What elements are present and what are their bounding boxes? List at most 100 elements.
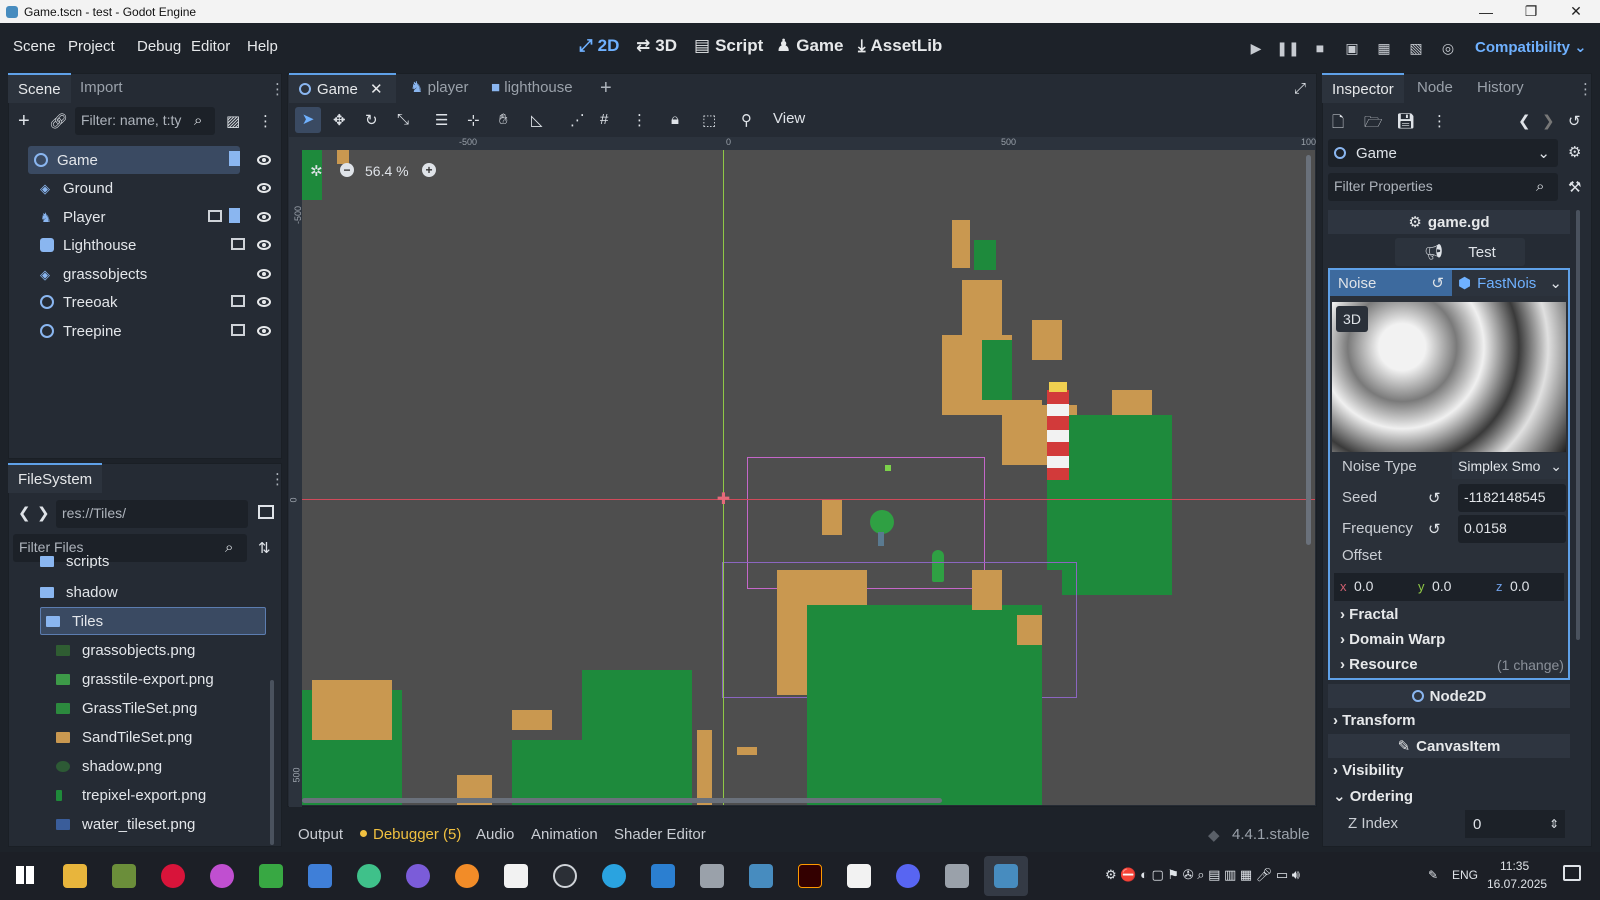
tab-inspector[interactable]: Inspector — [1322, 73, 1404, 103]
visibility-group[interactable]: › Visibility — [1333, 762, 1404, 779]
movie-maker-icon[interactable]: ◎ — [1437, 37, 1459, 59]
fs-file-grassobjects[interactable]: grassobjects.png — [56, 636, 306, 664]
snap-options-icon[interactable]: ⋮ — [632, 111, 647, 129]
visibility-eye-icon[interactable] — [257, 326, 271, 336]
revert-icon[interactable]: ↺ — [1431, 274, 1444, 292]
lock-icon[interactable]: 🔒︎ — [671, 111, 679, 128]
offset-x-input[interactable]: 0.0 — [1354, 578, 1373, 594]
workspace-game-button[interactable]: ♟ Game — [776, 36, 844, 56]
pen-icon[interactable]: ✎ — [1428, 868, 1438, 882]
move-mode-icon[interactable]: ✥ — [333, 111, 346, 129]
windows-start-icon[interactable] — [16, 866, 34, 884]
grid-snap-icon[interactable]: # — [600, 111, 608, 128]
fs-folder-tiles[interactable]: Tiles — [40, 607, 266, 635]
revert-icon[interactable]: ↺ — [1428, 489, 1441, 507]
test-button[interactable]: 📢︎ Test — [1395, 238, 1525, 266]
back-icon[interactable]: ❮ — [18, 504, 31, 522]
frequency-input[interactable]: 0.0158 — [1458, 515, 1566, 543]
link-icon[interactable]: 🔗︎ — [49, 112, 68, 130]
tab-node[interactable]: Node — [1407, 73, 1463, 103]
tab-filesystem[interactable]: FileSystem — [8, 463, 103, 493]
pan-hand-icon[interactable]: ✋︎ — [499, 111, 508, 128]
tab-game[interactable]: Game ✕ — [289, 73, 396, 103]
2d-viewport[interactable]: ✚ ✲ − 56.4 % + — [302, 150, 1315, 805]
unity-icon[interactable] — [700, 864, 724, 888]
fs-file-grasstile-export[interactable]: grasstile-export.png — [56, 665, 306, 693]
notifications-icon[interactable] — [1563, 865, 1581, 881]
zoom-level[interactable]: 56.4 % — [365, 163, 409, 179]
pause-icon[interactable]: ❚❚ — [1276, 37, 1299, 59]
ruler-icon[interactable]: ◺ — [531, 111, 543, 129]
inspector-options-icon[interactable]: ⚒ — [1568, 178, 1581, 196]
visibility-eye-icon[interactable] — [257, 269, 271, 279]
domain-warp-group[interactable]: › Domain Warp — [1340, 631, 1445, 648]
split-view-icon[interactable] — [258, 505, 274, 519]
noise-type-select[interactable]: Simplex Smo ⌄ — [1452, 453, 1566, 479]
smart-snap-icon[interactable]: ⋰ — [570, 111, 585, 129]
script-attached-icon[interactable] — [229, 151, 240, 166]
distraction-free-icon[interactable]: ⤢ — [1294, 80, 1306, 97]
open-scene-icon[interactable] — [231, 295, 245, 307]
scene-more-icon[interactable]: ⋮ — [258, 112, 273, 130]
clock-time[interactable]: 11:35 — [1500, 859, 1529, 873]
file-explorer-icon[interactable] — [63, 864, 87, 888]
open-scene-icon[interactable] — [231, 324, 245, 336]
view-menu[interactable]: View — [773, 110, 805, 127]
list-select-icon[interactable]: ☰ — [435, 111, 448, 129]
godot-icon[interactable] — [749, 864, 773, 888]
filter-properties-input[interactable]: Filter Properties — [1328, 173, 1558, 201]
dock-menu-icon[interactable]: ⋮ — [270, 470, 285, 488]
fs-file-water-tileset[interactable]: water_tileset.png — [56, 810, 306, 838]
fs-file-trepixel-export[interactable]: trepixel-export.png — [56, 781, 306, 809]
tab-animation[interactable]: Animation — [531, 826, 598, 843]
github-desktop-icon[interactable] — [357, 864, 381, 888]
app-icon[interactable] — [210, 864, 234, 888]
tab-player[interactable]: ♞ player — [400, 73, 478, 103]
remote-debug-icon[interactable]: ▣ — [1341, 37, 1363, 59]
tree-node-game[interactable]: Game — [28, 146, 240, 174]
offset-vector-input[interactable]: x 0.0 y 0.0 z 0.0 — [1334, 573, 1564, 601]
tray-icons[interactable]: ⚙ ⛔ ◐ ▢ ⚑ ✇ ⌕ ▤ ▥ ▦ 🎤︎ ▭ 🔊︎ — [1105, 867, 1300, 883]
rotate-mode-icon[interactable]: ↻ — [365, 111, 378, 129]
zoom-out-icon[interactable]: − — [340, 163, 354, 177]
fs-folder-scripts[interactable]: scripts — [40, 554, 290, 568]
transform-group[interactable]: › Transform — [1333, 712, 1416, 729]
clock-date[interactable]: 16.07.2025 — [1487, 877, 1547, 891]
play-scene-icon[interactable]: ▦ — [1373, 37, 1395, 59]
visibility-eye-icon[interactable] — [257, 155, 271, 165]
minimize-button[interactable]: — — [1463, 0, 1509, 23]
menu-editor[interactable]: Editor — [191, 38, 230, 55]
vertical-scrollbar[interactable] — [1306, 155, 1311, 545]
maximize-button[interactable]: ❐ — [1508, 0, 1554, 23]
noise-resource-selector[interactable]: ⬢ FastNois ⌄ — [1452, 270, 1568, 296]
horizontal-scrollbar[interactable] — [302, 798, 942, 803]
krita-icon[interactable] — [308, 864, 332, 888]
renderer-select[interactable]: Compatibility ⌄ — [1475, 38, 1587, 56]
bone-icon[interactable]: ⚲ — [741, 111, 752, 129]
save-resource-icon[interactable]: 💾︎ — [1396, 112, 1415, 130]
forward-icon[interactable]: ❯ — [37, 504, 50, 522]
attach-script-icon[interactable]: ▨ — [226, 112, 240, 130]
ordering-group[interactable]: ⌄ Ordering — [1333, 787, 1413, 805]
filesystem-path-input[interactable]: res://Tiles/ — [56, 500, 248, 528]
open-resource-icon[interactable]: 🗁︎ — [1364, 112, 1383, 137]
offset-y-input[interactable]: 0.0 — [1432, 578, 1451, 594]
illustrator-icon[interactable] — [798, 864, 822, 888]
select-mode-icon[interactable]: ➤ — [295, 107, 321, 133]
tab-import[interactable]: Import — [70, 73, 133, 103]
group-icon[interactable]: ⬚ — [702, 111, 716, 129]
menu-debug[interactable]: Debug — [137, 38, 181, 55]
obs-icon[interactable] — [553, 864, 577, 888]
tab-output[interactable]: Output — [298, 826, 343, 843]
fractal-group[interactable]: › Fractal — [1340, 606, 1398, 623]
dock-menu-icon[interactable]: ⋮ — [270, 80, 285, 98]
tab-history[interactable]: History — [1467, 73, 1534, 103]
vscode-icon[interactable] — [651, 864, 675, 888]
center-view-icon[interactable]: ✲ — [310, 162, 323, 180]
new-tab-icon[interactable]: + — [600, 77, 612, 100]
dock-menu-icon[interactable]: ⋮ — [1578, 80, 1593, 98]
open-scene-icon[interactable] — [231, 238, 245, 250]
seed-input[interactable]: -1182148545 — [1458, 484, 1566, 512]
capcut-icon[interactable] — [504, 864, 528, 888]
menu-project[interactable]: Project — [68, 38, 115, 55]
